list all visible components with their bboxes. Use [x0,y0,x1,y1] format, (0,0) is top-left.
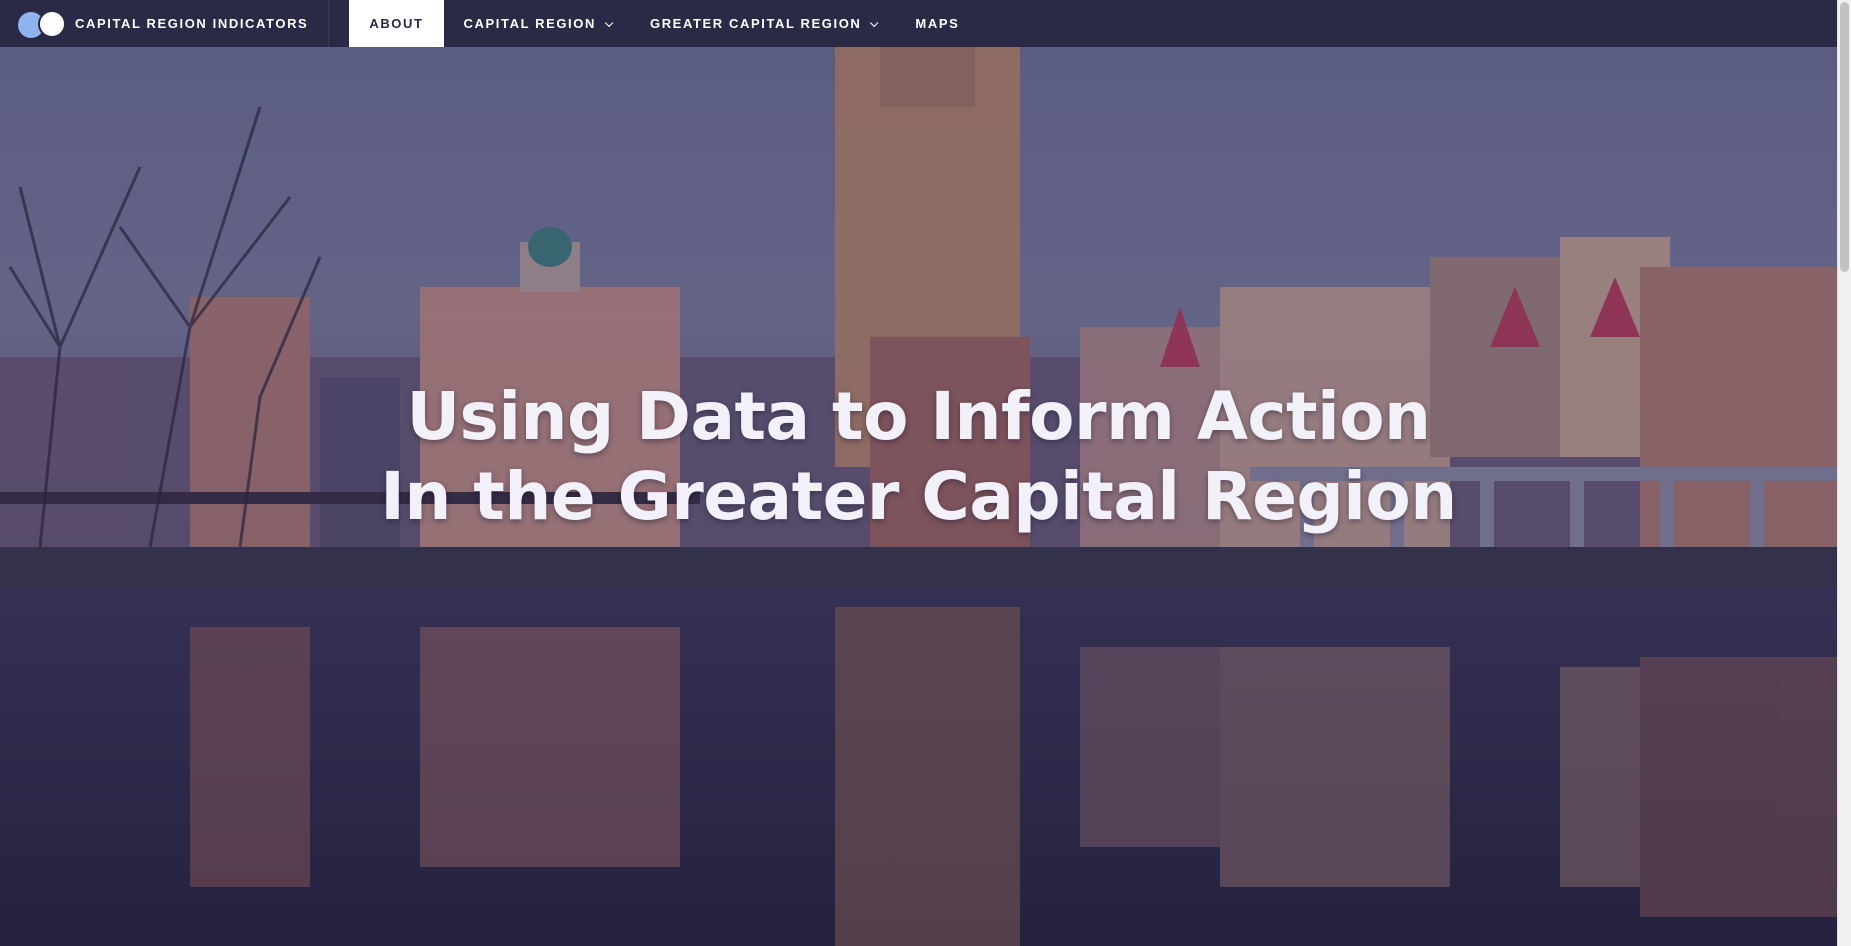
nav-item-greater-capital-region[interactable]: GREATER CAPITAL REGION [630,0,895,47]
vertical-scrollbar[interactable] [1837,0,1851,946]
hero-section: Using Data to Inform Action In the Great… [0,47,1837,946]
brand-name: CAPITAL REGION INDICATORS [75,16,309,31]
nav-item-capital-region-label: CAPITAL REGION [463,16,596,31]
chevron-down-icon [604,18,614,28]
nav-item-maps[interactable]: MAPS [895,0,979,47]
nav-gap [329,0,349,47]
nav-item-about[interactable]: ABOUT [349,0,444,47]
nav-item-capital-region[interactable]: CAPITAL REGION [444,0,630,47]
hero-title-line-2: In the Greater Capital Region [380,458,1457,535]
chevron-down-icon [870,18,879,28]
brand-link[interactable]: CAPITAL REGION INDICATORS [0,0,330,47]
hero-title: Using Data to Inform Action In the Great… [0,377,1837,537]
nav-item-greater-capital-region-label: GREATER CAPITAL REGION [649,16,862,31]
scrollbar-thumb[interactable] [1840,2,1849,272]
hero-title-line-1: Using Data to Inform Action [406,378,1431,455]
top-navbar: CAPITAL REGION INDICATORS ABOUT CAPITAL … [0,0,1837,47]
page: CAPITAL REGION INDICATORS ABOUT CAPITAL … [0,0,1851,946]
logo-circle-white [38,9,66,38]
nav-item-maps-label: MAPS [915,16,960,31]
nav-item-about-label: ABOUT [369,16,424,31]
logo-icon [18,9,66,38]
